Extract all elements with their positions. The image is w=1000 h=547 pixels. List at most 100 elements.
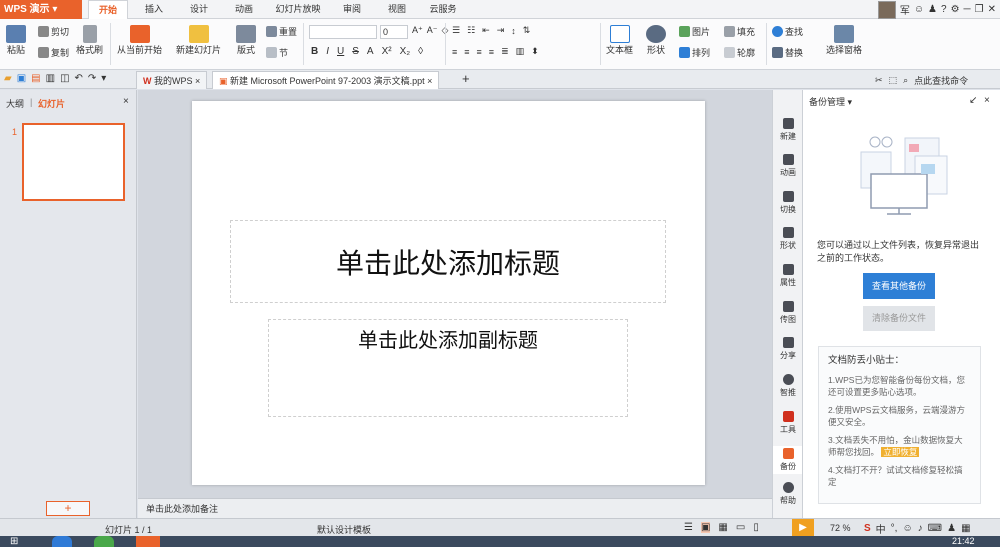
mic-icon[interactable]: ♪ [918,523,923,534]
line-spacing-icon[interactable]: ↕ [511,26,516,36]
notes-area[interactable]: 单击此处添加备注 [138,498,772,518]
font-size-select[interactable]: 0 [380,25,408,39]
align-center-icon[interactable]: ≡ [464,47,469,57]
ime-lang-icon[interactable]: 中 [876,521,886,536]
pdf-icon[interactable]: ▤ [31,73,40,84]
tab-my-wps[interactable]: W 我的WPS × [136,71,208,89]
punctuation-icon[interactable]: °, [891,523,898,534]
tab-cloud[interactable]: 云服务 [423,0,463,19]
shirt-icon[interactable]: ♟ [928,4,937,15]
preview-icon[interactable]: ◫ [60,73,69,84]
format-painter-button[interactable]: 格式刷 [76,25,103,56]
title-placeholder[interactable]: 单击此处添加标题 [230,220,666,303]
ie-browser-icon[interactable] [52,536,72,547]
font-color-icon[interactable]: A [367,46,374,57]
skin-icon[interactable]: ☺ [914,4,924,15]
side-tools[interactable]: 工具 [773,411,803,435]
align-right-icon[interactable]: ≡ [477,47,482,57]
close-icon[interactable]: × [195,76,200,86]
360-browser-icon[interactable] [94,536,114,547]
vertical-align-icon[interactable]: ⬍ [531,46,539,57]
side-animation[interactable]: 动画 [773,154,803,178]
align-justify-icon[interactable]: ≡ [489,47,494,57]
side-new[interactable]: 新建 [773,118,803,142]
font-shrink-icon[interactable]: A⁻ [427,25,438,36]
customize-icon[interactable]: ▾ [101,73,106,84]
side-smart-push[interactable]: 智推 [773,374,803,398]
side-help[interactable]: 帮助 [773,482,803,506]
side-backup[interactable]: 备份 [773,446,803,474]
windows-start-icon[interactable]: ⊞ [10,536,34,547]
strike-icon[interactable]: S [352,46,359,57]
tab-insert[interactable]: 插入 [136,0,172,19]
tab-view[interactable]: 视图 [379,0,415,19]
textbox-button[interactable]: 文本框 [606,25,633,56]
distribute-icon[interactable]: ≣ [501,46,509,57]
normal-view-icon[interactable]: ▣ [700,522,711,533]
picture-button[interactable]: 图片 [679,25,710,38]
redo-icon[interactable]: ↷ [88,73,96,84]
slideshow-play-button[interactable]: ▶ [792,519,814,537]
grid-icon[interactable]: ▦ [961,523,970,534]
zoom-level[interactable]: 72 % [830,523,851,533]
paste-button[interactable]: 粘贴 [6,25,26,56]
font-grow-icon[interactable]: A⁺ [412,25,423,36]
find-button[interactable]: 查找 [772,25,803,38]
text-direction-icon[interactable]: ⇅ [523,25,531,36]
avatar[interactable] [877,0,896,19]
undo-icon[interactable]: ↶ [75,73,83,84]
search-icon[interactable]: ⌕ [903,75,908,86]
minimize-button[interactable]: ─ [964,4,971,15]
copy-button[interactable]: 复制 [38,46,69,59]
new-tab-button[interactable]: + [462,71,470,86]
select-pane-button[interactable]: 选择窗格 [826,25,862,56]
number-list-icon[interactable]: ☷ [467,25,475,36]
settings-icon[interactable]: ⚙ [951,4,960,15]
pin-icon[interactable]: ✂ [875,75,883,86]
side-properties[interactable]: 属性 [773,264,803,288]
close-icon[interactable]: × [427,76,432,86]
tab-slides[interactable]: 幻灯片 [38,97,65,110]
close-panel-icon[interactable]: × [123,96,129,107]
add-slide-button[interactable]: + [46,501,90,516]
restore-button[interactable]: ❐ [975,4,984,15]
skin-icon[interactable]: ♟ [947,523,956,534]
mini-icon[interactable]: ⬚ [889,75,898,86]
bullet-list-icon[interactable]: ☰ [452,25,460,36]
side-transition[interactable]: 切换 [773,191,803,215]
arrange-button[interactable]: 排列 [679,46,710,59]
backup-title[interactable]: 备份管理 ▾ [809,95,852,108]
restore-now-link[interactable]: 立即恢复 [881,447,920,457]
columns-icon[interactable]: ▥ [516,46,525,57]
sorter-view-icon[interactable]: ▦ [718,522,727,533]
tab-active-document[interactable]: ▣ 新建 Microsoft PowerPoint 97-2003 演示文稿.p… [212,71,440,89]
cut-button[interactable]: 剪切 [38,25,69,38]
outline-button[interactable]: 轮廓 [724,46,755,59]
tab-slideshow[interactable]: 幻灯片放映 [270,0,326,19]
app-menu-button[interactable]: WPS 演示 ▾ [0,0,82,19]
replace-button[interactable]: 替换 [772,46,803,59]
side-shape[interactable]: 形状 [773,227,803,251]
reading-view-icon[interactable]: ▭ [736,522,745,533]
keyboard-icon[interactable]: ⌨ [928,523,942,534]
shape-button[interactable]: 形状 [646,25,666,56]
emoji-icon[interactable]: ☺ [902,523,912,534]
tab-animation[interactable]: 动画 [226,0,262,19]
italic-icon[interactable]: I [326,46,329,57]
subtitle-placeholder[interactable]: 单击此处添加副标题 [268,319,628,417]
tab-outline[interactable]: 大纲 [6,97,24,110]
wps-taskbar-icon[interactable] [136,536,160,547]
save-icon[interactable]: ▣ [17,73,26,84]
print-icon[interactable]: ▥ [46,73,55,84]
from-current-button[interactable]: 从当前开始 [117,25,162,56]
side-share[interactable]: 分享 [773,337,803,361]
open-icon[interactable]: ▰ [4,73,12,84]
superscript-icon[interactable]: X² [382,46,392,57]
indent-left-icon[interactable]: ⇤ [482,25,490,36]
command-search[interactable]: 点此查找命令 [914,74,968,87]
align-left-icon[interactable]: ≡ [452,47,457,57]
sogou-icon[interactable]: S [864,523,871,534]
font-name-select[interactable] [309,25,377,39]
close-icon[interactable]: × [984,95,990,106]
clear-backup-button[interactable]: 清除备份文件 [863,306,935,331]
